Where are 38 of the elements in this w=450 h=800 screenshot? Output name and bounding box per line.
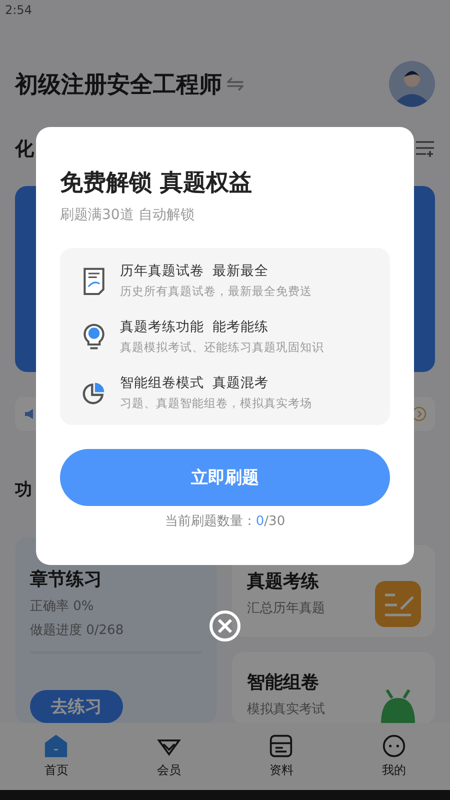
card-title: 真题考练 [247, 570, 320, 593]
status-time: 2:54 [5, 3, 32, 17]
count-current: 0 [256, 514, 264, 529]
card-icon [269, 734, 294, 758]
home-icon [44, 734, 68, 758]
nav-tab[interactable]: 会员 [156, 734, 181, 779]
accuracy-text: 正确率 0% [30, 598, 95, 615]
benefit-description: 真题模拟考试、还能练习真题巩固知识 [120, 340, 324, 355]
benefit-title: 历年真题试卷 最新最全 [120, 262, 270, 280]
dialog-subtitle: 刷题满30道 自动解锁 [60, 206, 196, 224]
close-icon[interactable] [209, 610, 241, 642]
nav-tab[interactable]: 首页 [44, 734, 68, 779]
card-subtitle: 模拟真实考试 [247, 701, 326, 718]
benefit-title: 真题考练功能 能考能练 [120, 318, 270, 336]
nav-tab[interactable]: 我的 [382, 734, 406, 779]
page-title: 初级注册安全工程师 [15, 70, 222, 100]
count-label: 当前刷题数量： [164, 514, 256, 529]
avatar-icon[interactable] [389, 61, 435, 107]
progress-text: 做题进度 0/268 [30, 622, 125, 639]
card-subtitle: 汇总历年真题 [247, 600, 326, 617]
lightbulb-icon [82, 322, 106, 350]
feature-card[interactable]: 智能组卷 模拟真实考试 [232, 652, 435, 724]
count-total: /30 [264, 514, 286, 529]
start-practice-button[interactable]: 立即刷题 [60, 449, 390, 506]
benefit-description: 习题、真题智能组卷，模拟真实考场 [120, 396, 312, 411]
benefit-title: 智能组卷模式 真题混考 [120, 374, 270, 392]
card-title: 智能组卷 [247, 671, 320, 694]
filter-icon[interactable] [415, 138, 435, 158]
section-title: 功 [14, 479, 33, 501]
practice-button[interactable]: 去练习 [30, 690, 123, 723]
benefit-description: 历史所有真题试卷，最新最全免费送 [120, 284, 312, 299]
nav-tab[interactable]: 资料 [269, 734, 294, 779]
card-title: 章节练习 [30, 568, 103, 591]
note-icon [375, 581, 421, 627]
subject-tab[interactable]: 化 [15, 136, 34, 162]
dialog-title: 免费解锁 真题权益 [60, 169, 254, 198]
exam-paper-icon [82, 266, 106, 294]
face-icon [382, 734, 406, 758]
